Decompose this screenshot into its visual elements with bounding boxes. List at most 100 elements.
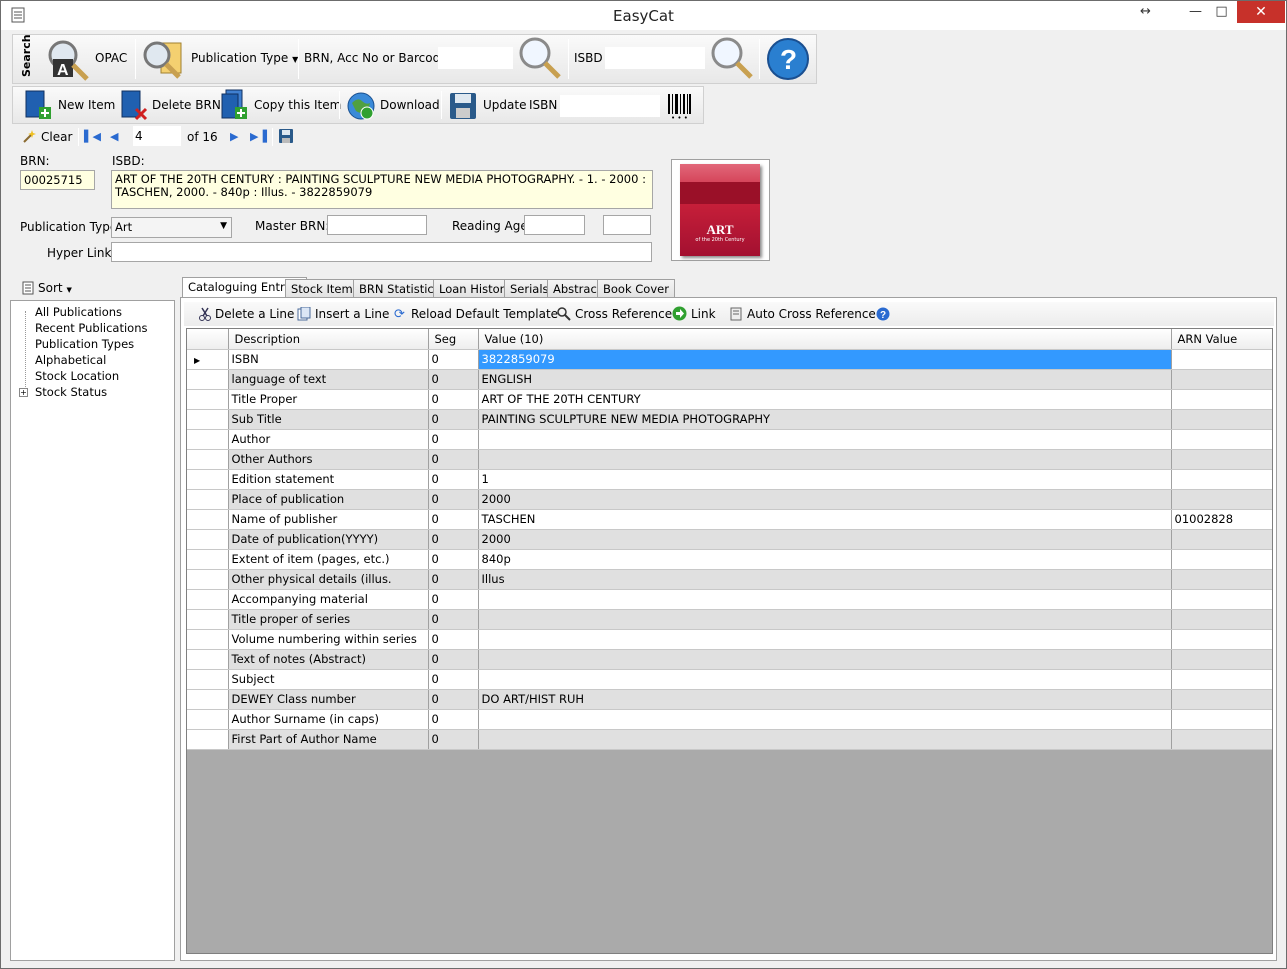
delete-line-button[interactable]: Delete a Line xyxy=(215,307,294,321)
tab-book-cover[interactable]: Book Cover xyxy=(597,279,675,298)
cell-arn-value[interactable] xyxy=(1171,429,1272,450)
row-header[interactable] xyxy=(187,609,229,630)
table-row[interactable]: First Part of Author Name 0 xyxy=(187,729,1272,750)
table-row[interactable]: Author 0 xyxy=(187,429,1272,450)
cell-seg[interactable]: 0 xyxy=(428,629,479,650)
row-header[interactable] xyxy=(187,549,229,570)
publication-type-search-icon[interactable] xyxy=(139,37,187,83)
table-row[interactable]: Place of publication 0 2000 xyxy=(187,489,1272,510)
table-row[interactable]: Subject 0 xyxy=(187,669,1272,690)
save-icon[interactable] xyxy=(279,129,293,143)
table-row[interactable]: Sub Title 0 PAINTING SCULPTURE NEW MEDIA P… xyxy=(187,409,1272,430)
clear-button[interactable]: Clear xyxy=(41,130,72,144)
cell-seg[interactable]: 0 xyxy=(428,569,479,590)
cell-description[interactable]: Place of publication xyxy=(228,489,429,510)
cell-value[interactable] xyxy=(478,629,1172,650)
cell-description[interactable]: Volume numbering within series xyxy=(228,629,429,650)
table-row[interactable]: Text of notes (Abstract) 0 xyxy=(187,649,1272,670)
row-header[interactable] xyxy=(187,569,229,590)
cell-value[interactable] xyxy=(478,649,1172,670)
cell-arn-value[interactable] xyxy=(1171,629,1272,650)
cell-value[interactable]: 840p xyxy=(478,549,1172,570)
cell-arn-value[interactable] xyxy=(1171,649,1272,670)
sort-icon[interactable] xyxy=(22,281,34,298)
barcode-icon[interactable]: • • • xyxy=(667,92,693,123)
cell-seg[interactable]: 0 xyxy=(428,469,479,490)
opac-button[interactable]: OPAC xyxy=(95,51,127,65)
save-disk-icon[interactable] xyxy=(448,91,476,119)
table-row[interactable]: Extent of item (pages, etc.) 0 840p xyxy=(187,549,1272,570)
cell-description[interactable]: Other Authors xyxy=(228,449,429,470)
sort-dropdown[interactable]: Sort ▼ xyxy=(38,281,72,295)
auto-cross-reference-button[interactable]: Auto Cross Reference xyxy=(747,307,876,321)
cell-arn-value[interactable] xyxy=(1171,529,1272,550)
isbd-field[interactable]: ART OF THE 20TH CENTURY : PAINTING SCULP… xyxy=(111,170,653,209)
cell-value[interactable] xyxy=(478,709,1172,730)
cell-value[interactable]: 1 xyxy=(478,469,1172,490)
cell-arn-value[interactable] xyxy=(1171,669,1272,690)
cell-value[interactable]: 3822859079 xyxy=(478,349,1172,370)
cell-seg[interactable]: 0 xyxy=(428,529,479,550)
row-header[interactable] xyxy=(187,389,229,410)
cell-value[interactable] xyxy=(478,609,1172,630)
cell-value[interactable]: ENGLISH xyxy=(478,369,1172,390)
link-button[interactable]: Link xyxy=(691,307,716,321)
insert-line-button[interactable]: Insert a Line xyxy=(315,307,389,321)
table-row[interactable]: Volume numbering within series 0 xyxy=(187,629,1272,650)
cell-arn-value[interactable] xyxy=(1171,729,1272,750)
publication-type-dropdown[interactable]: Publication Type ▼ xyxy=(191,51,298,65)
tab-brn-statistics[interactable]: BRN Statistics xyxy=(353,279,446,298)
cell-value[interactable]: 2000 xyxy=(478,529,1172,550)
master-brn-field[interactable] xyxy=(327,215,427,235)
cell-description[interactable]: DEWEY Class number xyxy=(228,689,429,710)
cell-value[interactable]: PAINTING SCULPTURE NEW MEDIA PHOTOGRAPHY xyxy=(478,409,1172,430)
close-button[interactable]: ✕ xyxy=(1237,1,1285,23)
tree-item-recent-publications[interactable]: Recent Publications xyxy=(35,321,148,335)
cell-arn-value[interactable] xyxy=(1171,469,1272,490)
row-header[interactable] xyxy=(187,729,229,750)
row-header[interactable] xyxy=(187,529,229,550)
cell-seg[interactable]: 0 xyxy=(428,549,479,570)
link-arrow-icon[interactable] xyxy=(672,306,687,324)
tree-item-all-publications[interactable]: All Publications xyxy=(35,305,122,319)
row-header[interactable] xyxy=(187,649,229,670)
table-row[interactable]: Edition statement 0 1 xyxy=(187,469,1272,490)
reload-icon[interactable]: ⟳ xyxy=(394,307,405,322)
cell-description[interactable]: Subject xyxy=(228,669,429,690)
row-header[interactable] xyxy=(187,429,229,450)
table-row[interactable]: Other physical details (illus. 0 Illus xyxy=(187,569,1272,590)
column-header-description[interactable]: Description xyxy=(228,329,429,350)
table-row[interactable]: Title proper of series 0 xyxy=(187,609,1272,630)
publication-type-select[interactable]: Art ▼ xyxy=(111,217,232,238)
cell-arn-value[interactable] xyxy=(1171,549,1272,570)
expand-icon[interactable]: + xyxy=(19,388,28,397)
cell-value[interactable] xyxy=(478,429,1172,450)
row-header[interactable] xyxy=(187,469,229,490)
cell-seg[interactable]: 0 xyxy=(428,709,479,730)
cell-seg[interactable]: 0 xyxy=(428,509,479,530)
cell-arn-value[interactable] xyxy=(1171,489,1272,510)
cell-value[interactable] xyxy=(478,729,1172,750)
help-icon[interactable]: ? xyxy=(765,37,813,83)
isbn-input[interactable] xyxy=(560,95,660,117)
reload-template-button[interactable]: Reload Default Template xyxy=(411,307,558,321)
cell-description[interactable]: Title Proper xyxy=(228,389,429,410)
cell-arn-value[interactable] xyxy=(1171,449,1272,470)
cell-seg[interactable]: 0 xyxy=(428,489,479,510)
row-header[interactable] xyxy=(187,409,229,430)
cell-description[interactable]: Extent of item (pages, etc.) xyxy=(228,549,429,570)
column-header-seg[interactable]: Seg xyxy=(428,329,479,350)
copy-item-button[interactable]: Copy this Item xyxy=(254,98,341,112)
clear-wand-icon[interactable] xyxy=(22,129,36,143)
row-header[interactable] xyxy=(187,509,229,530)
reading-age-from-field[interactable] xyxy=(524,215,585,235)
tree-item-publication-types[interactable]: Publication Types xyxy=(35,337,134,351)
cross-reference-button[interactable]: Cross Reference xyxy=(575,307,672,321)
cell-description[interactable]: Date of publication(YYYY) xyxy=(228,529,429,550)
table-row[interactable]: ▶ ISBN 0 3822859079 xyxy=(187,349,1272,370)
table-row[interactable]: Author Surname (in caps) 0 xyxy=(187,709,1272,730)
cell-seg[interactable]: 0 xyxy=(428,449,479,470)
cell-arn-value[interactable]: 01002828 xyxy=(1171,509,1272,530)
cell-description[interactable]: Accompanying material xyxy=(228,589,429,610)
cell-value[interactable]: TASCHEN xyxy=(478,509,1172,530)
